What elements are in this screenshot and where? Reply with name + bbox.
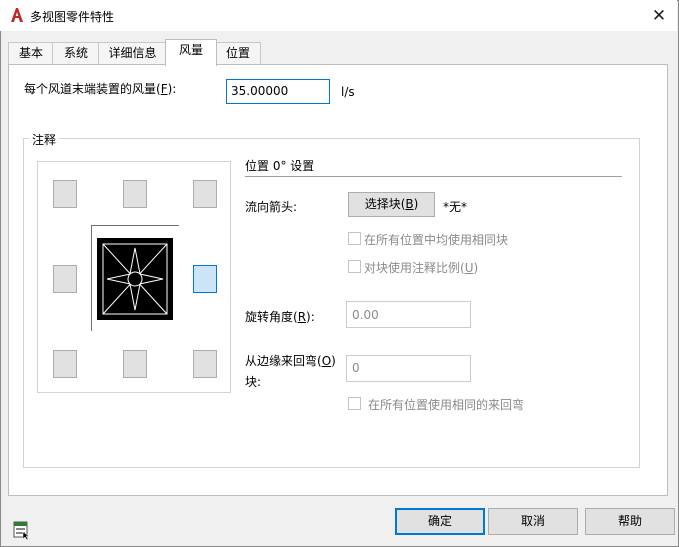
autocad-logo-icon [11, 8, 23, 22]
position-bottom-left[interactable] [53, 350, 77, 378]
tab-label: 系统 [63, 46, 88, 60]
tab-label: 基本 [18, 46, 43, 60]
bend-value: 0 [352, 361, 360, 375]
properties-icon[interactable] [11, 520, 31, 540]
tab-system[interactable]: 系统 [52, 42, 100, 64]
bend-label-line2: 块: [245, 375, 262, 389]
separator [245, 176, 622, 177]
bend-label: 从边缘来回弯(O) [245, 354, 336, 368]
duct-edge-line [91, 225, 179, 226]
position-bottom-center[interactable] [123, 350, 147, 378]
close-icon: ✕ [651, 6, 667, 26]
air-terminal-symbol-icon [97, 238, 173, 320]
window-title: 多视图零件特性 [30, 10, 115, 24]
rotation-label: 旋转角度(R): [245, 310, 315, 324]
same-block-label: 在所有位置中均使用相同块 [364, 233, 509, 247]
tab-label: 风量 [178, 43, 203, 57]
block-value: *无* [443, 200, 468, 214]
flow-value: 35.00000 [231, 84, 289, 98]
cancel-button[interactable]: 取消 [488, 508, 578, 535]
tab-details[interactable]: 详细信息 [98, 42, 167, 64]
position-top-center[interactable] [123, 180, 147, 208]
position-top-left[interactable] [53, 180, 77, 208]
select-block-button[interactable]: 选择块(B) [348, 192, 435, 217]
flow-arrow-label: 流向箭头: [245, 200, 298, 214]
flow-unit: l/s [341, 85, 355, 99]
close-button[interactable]: ✕ [648, 5, 670, 27]
same-bend-label: 在所有位置使用相同的来回弯 [368, 398, 525, 412]
same-bend-checkbox[interactable] [348, 397, 361, 410]
help-button[interactable]: 帮助 [585, 508, 675, 535]
position-middle-left[interactable] [53, 265, 77, 293]
ok-button[interactable]: 确定 [395, 508, 485, 535]
tab-label: 位置 [225, 46, 250, 60]
duct-edge-line [91, 225, 92, 331]
same-block-checkbox[interactable] [348, 232, 361, 245]
tab-location[interactable]: 位置 [215, 42, 261, 64]
position-bottom-right[interactable] [193, 350, 217, 378]
position-middle-right[interactable] [193, 265, 217, 293]
tab-airflow[interactable]: 风量 [165, 39, 217, 66]
tab-label: 详细信息 [108, 46, 157, 60]
position-header: 位置 0° 设置 [245, 159, 315, 173]
annotation-scale-checkbox[interactable] [348, 260, 361, 273]
annotation-group-title: 注释 [29, 131, 60, 148]
tab-basic[interactable]: 基本 [8, 42, 54, 64]
annotation-scale-label: 对块使用注释比例(U) [364, 261, 479, 275]
flow-label: 每个风道末端装置的风量(F): [24, 82, 177, 96]
rotation-value: 0.00 [352, 308, 379, 322]
bend-input[interactable] [346, 355, 471, 382]
position-top-right[interactable] [193, 180, 217, 208]
